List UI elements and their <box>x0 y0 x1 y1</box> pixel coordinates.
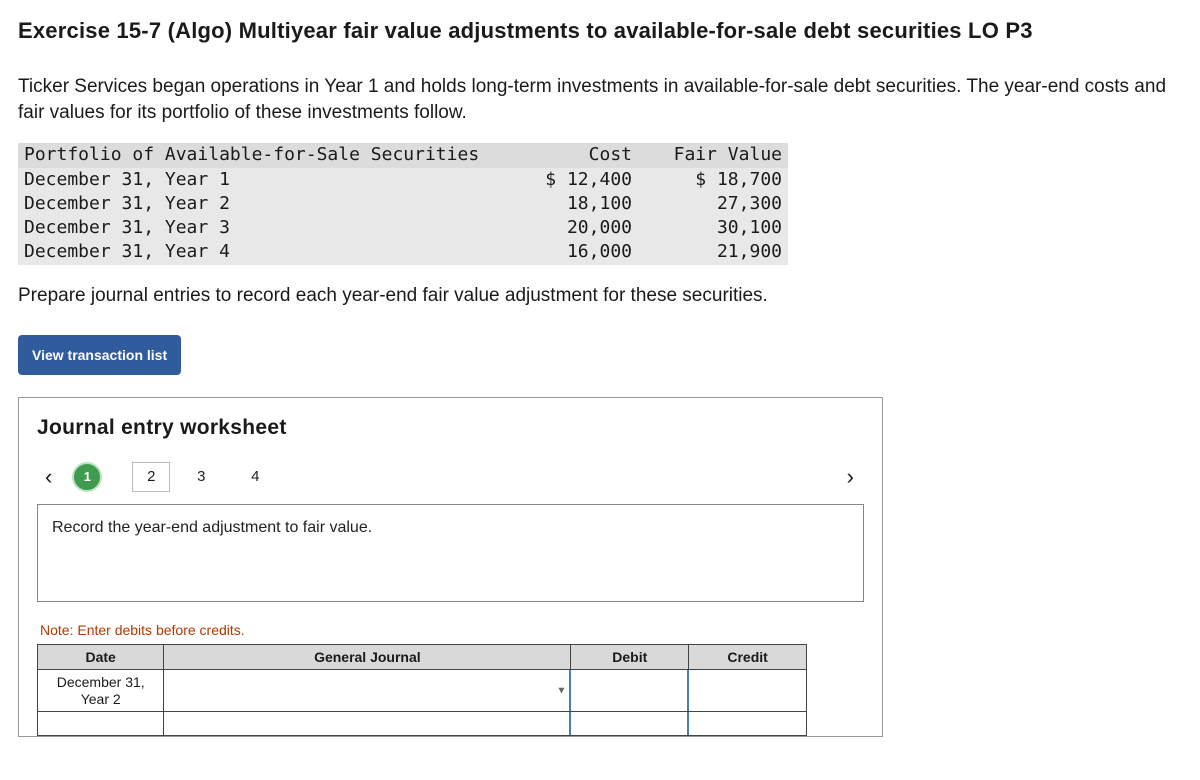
je-account-input[interactable]: ▼ <box>164 669 571 712</box>
portfolio-row-label: December 31, Year 2 <box>18 192 488 216</box>
je-header-credit: Credit <box>689 644 807 669</box>
portfolio-table: Portfolio of Available-for-Sale Securiti… <box>18 143 788 264</box>
step-nav: ‹ 1 2 3 4 › <box>37 462 864 492</box>
journal-entry-title: Journal entry worksheet <box>37 416 864 440</box>
step-1[interactable]: 1 <box>72 462 102 492</box>
je-date-cell: December 31, Year 2 <box>38 669 164 712</box>
step-2[interactable]: 2 <box>132 462 170 492</box>
je-debit-input[interactable] <box>571 712 689 736</box>
je-date-cell <box>38 712 164 736</box>
journal-entry-card: Journal entry worksheet ‹ 1 2 3 4 › Reco… <box>18 397 883 738</box>
je-debit-input[interactable] <box>571 669 689 712</box>
portfolio-header-fair: Fair Value <box>638 143 788 167</box>
debits-before-credits-note: Note: Enter debits before credits. <box>40 622 864 638</box>
je-account-input[interactable] <box>164 712 571 736</box>
portfolio-header-label: Portfolio of Available-for-Sale Securiti… <box>18 143 488 167</box>
view-transaction-list-button[interactable]: View transaction list <box>18 335 181 375</box>
next-step-icon[interactable]: › <box>839 464 864 490</box>
portfolio-row-fair: 21,900 <box>638 240 788 264</box>
step-3[interactable]: 3 <box>186 462 216 492</box>
prev-step-icon[interactable]: ‹ <box>37 464 60 490</box>
instruction-text: Prepare journal entries to record each y… <box>18 285 1190 307</box>
je-header-journal: General Journal <box>164 644 571 669</box>
portfolio-row-label: December 31, Year 3 <box>18 216 488 240</box>
portfolio-row-label: December 31, Year 4 <box>18 240 488 264</box>
exercise-title: Exercise 15-7 (Algo) Multiyear fair valu… <box>18 18 1190 44</box>
je-header-debit: Debit <box>571 644 689 669</box>
je-credit-input[interactable] <box>689 712 807 736</box>
exercise-intro: Ticker Services began operations in Year… <box>18 74 1190 125</box>
step-4[interactable]: 4 <box>240 462 270 492</box>
portfolio-row-label: December 31, Year 1 <box>18 168 488 192</box>
journal-entry-table: Date General Journal Debit Credit Decemb… <box>37 644 807 737</box>
portfolio-row-cost: 20,000 <box>488 216 638 240</box>
portfolio-row-cost: 16,000 <box>488 240 638 264</box>
portfolio-row-cost: $ 12,400 <box>488 168 638 192</box>
je-credit-input[interactable] <box>689 669 807 712</box>
je-header-date: Date <box>38 644 164 669</box>
prompt-box: Record the year-end adjustment to fair v… <box>37 504 864 602</box>
portfolio-header-cost: Cost <box>488 143 638 167</box>
portfolio-row-cost: 18,100 <box>488 192 638 216</box>
portfolio-row-fair: 30,100 <box>638 216 788 240</box>
portfolio-row-fair: $ 18,700 <box>638 168 788 192</box>
portfolio-row-fair: 27,300 <box>638 192 788 216</box>
